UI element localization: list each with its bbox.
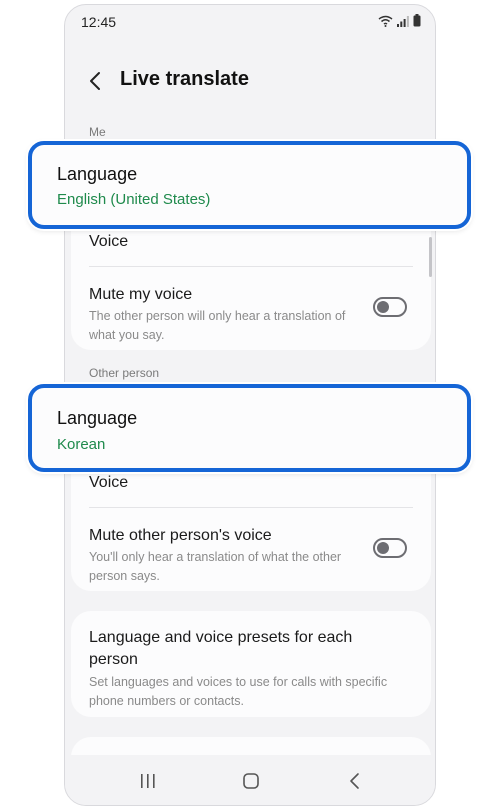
other-language-row[interactable]: Language Korean bbox=[28, 384, 471, 472]
home-icon bbox=[243, 773, 259, 789]
battery-icon bbox=[413, 14, 421, 27]
back-icon bbox=[350, 773, 359, 789]
status-time: 12:45 bbox=[81, 14, 117, 30]
navigation-bar bbox=[65, 755, 435, 805]
other-mute-row[interactable]: Mute other person's voice You'll only he… bbox=[71, 510, 431, 590]
wifi-icon bbox=[378, 15, 393, 27]
status-bar: 12:45 bbox=[65, 5, 435, 39]
divider bbox=[89, 507, 413, 508]
other-language-label: Language bbox=[57, 408, 138, 428]
app-header: Live translate bbox=[65, 60, 435, 104]
page-title: Live translate bbox=[120, 68, 249, 90]
section-label-me: Me bbox=[89, 125, 106, 139]
me-voice-label: Voice bbox=[89, 233, 129, 250]
nav-back-button[interactable] bbox=[342, 769, 368, 793]
back-button[interactable] bbox=[83, 68, 109, 94]
status-icons bbox=[378, 14, 421, 27]
toggle-knob bbox=[377, 301, 389, 313]
chevron-left-icon bbox=[90, 72, 100, 90]
me-language-value: English (United States) bbox=[57, 191, 211, 208]
me-mute-row[interactable]: Mute my voice The other person will only… bbox=[71, 269, 431, 349]
other-mute-label: Mute other person's voice bbox=[89, 527, 272, 544]
signal-icon bbox=[397, 15, 409, 27]
me-language-row[interactable]: Language English (United States) bbox=[28, 141, 471, 229]
home-button[interactable] bbox=[238, 769, 264, 793]
section-label-other: Other person bbox=[89, 366, 160, 380]
recents-button[interactable] bbox=[135, 769, 161, 793]
me-mute-label: Mute my voice bbox=[89, 286, 193, 303]
other-language-value: Korean bbox=[57, 436, 106, 453]
scrollbar[interactable] bbox=[429, 237, 432, 277]
other-mute-description: You'll only hear a translation of what t… bbox=[89, 550, 342, 583]
presets-description: Set languages and voices to use for call… bbox=[89, 675, 388, 708]
me-mute-description: The other person will only hear a transl… bbox=[89, 309, 346, 342]
me-language-label: Language bbox=[57, 164, 138, 184]
presets-label: Language and voice presets for each pers… bbox=[89, 629, 353, 669]
me-voice-row[interactable]: Voice bbox=[71, 223, 431, 267]
other-voice-label: Voice bbox=[89, 474, 129, 491]
mute-other-voice-toggle[interactable] bbox=[373, 538, 407, 558]
recents-icon bbox=[141, 774, 155, 788]
mute-my-voice-toggle[interactable] bbox=[373, 297, 407, 317]
divider bbox=[89, 266, 413, 267]
presets-card[interactable]: Language and voice presets for each pers… bbox=[71, 611, 431, 717]
toggle-knob bbox=[377, 542, 389, 554]
